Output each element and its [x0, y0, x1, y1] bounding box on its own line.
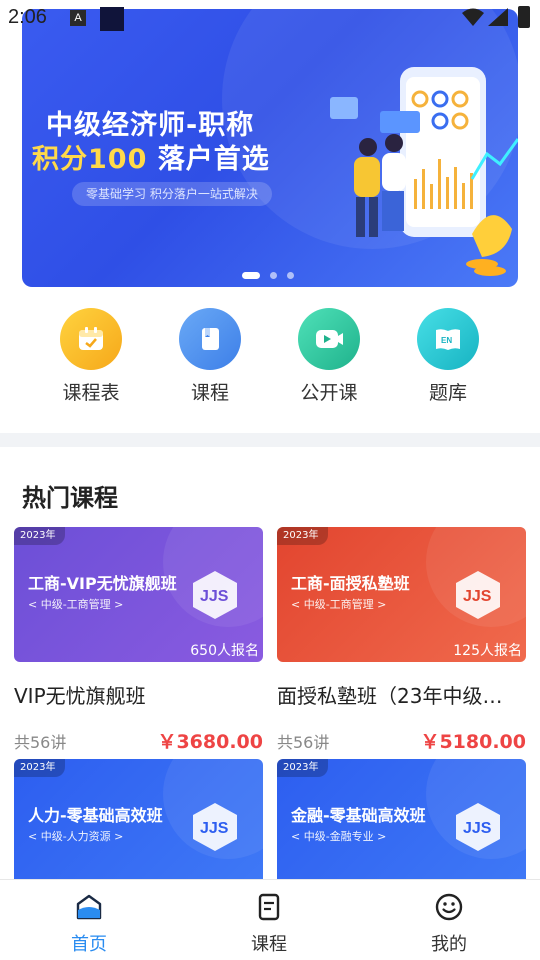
question-bank-icon: EN [417, 308, 479, 370]
tab-label: 首页 [71, 934, 107, 955]
jjs-logo-text: JJS [463, 820, 492, 837]
course-thumbnail[interactable]: 2023年 人力-零基础高效班 < 中级-人力资源 > JJS [14, 759, 263, 894]
thumb-subtitle: < 中级-金融专业 > [291, 830, 387, 843]
banner-highlight: 积分100 [32, 144, 148, 175]
thumb-title: 工商-VIP无忧旗舰班 [28, 574, 177, 593]
tab-course[interactable]: 课程 [224, 892, 314, 956]
enroll-count: 125人报名 [453, 643, 522, 659]
section-title: 热门课程 [22, 484, 118, 512]
year-tag: 2023年 [277, 527, 329, 545]
tab-home[interactable]: 首页 [44, 892, 134, 956]
thumb-title: 人力-零基础高效班 [28, 806, 163, 825]
jjs-logo-icon: JJS [193, 803, 237, 851]
course-meta: 共56讲 ￥5180.00 [277, 727, 526, 754]
enroll-count: 650人报名 [190, 643, 259, 659]
course-thumbnail[interactable]: 2023年 工商-面授私塾班 < 中级-工商管理 > JJS 125人报名 [277, 527, 526, 662]
thumb-subtitle: < 中级-人力资源 > [28, 830, 124, 843]
banner-title-line2: 积分100 落户首选 [32, 137, 270, 176]
wifi-icon [462, 8, 484, 26]
app-screen: 2:06 A 中级经济师-职称 积分100 落户首选 零基础学习 积分落户一站式… [0, 0, 540, 960]
quick-item-open-class[interactable]: 公开课 [274, 308, 384, 405]
tab-profile[interactable]: 我的 [404, 892, 494, 956]
lesson-count: 共56讲 [277, 733, 330, 752]
jjs-logo-text: JJS [463, 588, 492, 605]
course-meta: 共56讲 ￥3680.00 [14, 727, 263, 754]
signal-icon [488, 8, 508, 26]
bottom-tab-bar: 首页 课程 我的 [0, 879, 540, 960]
year-tag: 2023年 [277, 759, 329, 777]
quick-item-label: 课程 [190, 382, 229, 404]
jjs-logo-text: JJS [200, 588, 229, 605]
section-divider [0, 433, 540, 447]
pager-dot-active[interactable] [242, 271, 260, 279]
lesson-count: 共56讲 [14, 733, 67, 752]
course-card[interactable]: 2023年 工商-面授私塾班 < 中级-工商管理 > JJS 125人报名 面授… [277, 527, 526, 754]
jjs-logo-icon: JJS [193, 571, 237, 619]
book-icon [179, 308, 241, 370]
course-thumbnail[interactable]: 2023年 工商-VIP无忧旗舰班 < 中级-工商管理 > JJS 650人报名 [14, 527, 263, 662]
promo-banner[interactable]: 中级经济师-职称 积分100 落户首选 零基础学习 积分落户一站式解决 [22, 9, 518, 287]
status-time: 2:06 [8, 6, 47, 28]
calendar-icon [60, 308, 122, 370]
pager-dot[interactable] [270, 271, 277, 279]
quick-item-label: 课程表 [62, 382, 120, 404]
course-name: VIP无忧旗舰班 [14, 684, 146, 708]
year-tag: 2023年 [14, 759, 66, 777]
svg-text:EN: EN [441, 336, 452, 345]
jjs-logo-icon: JJS [456, 571, 500, 619]
course-list-icon [258, 893, 280, 921]
course-name: 面授私塾班（23年中级… [277, 684, 503, 708]
quick-item-question-bank[interactable]: EN 题库 [393, 308, 503, 405]
quick-item-course[interactable]: 课程 [155, 308, 265, 405]
tab-label: 课程 [251, 934, 287, 955]
battery-icon [518, 6, 530, 28]
jjs-logo-text: JJS [200, 820, 229, 837]
thumb-subtitle: < 中级-工商管理 > [291, 598, 387, 611]
course-card[interactable]: 2023年 工商-VIP无忧旗舰班 < 中级-工商管理 > JJS 650人报名… [14, 527, 263, 754]
course-price: ￥5180.00 [420, 731, 526, 753]
thumb-subtitle: < 中级-工商管理 > [28, 598, 124, 611]
course-card[interactable]: 2023年 人力-零基础高效班 < 中级-人力资源 > JJS [14, 759, 263, 894]
banner-highlight-tail: 落户首选 [157, 144, 270, 175]
accessibility-badge-icon: A [70, 10, 86, 26]
jjs-logo-icon: JJS [456, 803, 500, 851]
course-card[interactable]: 2023年 金融-零基础高效班 < 中级-金融专业 > JJS [277, 759, 526, 894]
banner-illustration [330, 67, 518, 276]
banner-pager [242, 271, 294, 279]
video-icon [298, 308, 360, 370]
thumb-title: 金融-零基础高效班 [291, 806, 426, 825]
tab-label: 我的 [431, 934, 467, 955]
pager-dot[interactable] [287, 271, 294, 279]
notification-square-icon [100, 7, 124, 31]
smile-profile-icon [435, 893, 463, 921]
thumb-title: 工商-面授私塾班 [291, 574, 410, 593]
quick-menu: 课程表 课程 公开课 EN 题库 [0, 308, 540, 418]
quick-item-label: 公开课 [300, 382, 358, 404]
status-bar: 2:06 A [0, 0, 540, 36]
quick-item-label: 题库 [428, 382, 467, 404]
home-icon [76, 894, 102, 920]
course-thumbnail[interactable]: 2023年 金融-零基础高效班 < 中级-金融专业 > JJS [277, 759, 526, 894]
quick-item-schedule[interactable]: 课程表 [36, 308, 146, 405]
banner-subtitle: 零基础学习 积分落户一站式解决 [72, 182, 272, 206]
year-tag: 2023年 [14, 527, 66, 545]
course-price: ￥3680.00 [157, 731, 263, 753]
